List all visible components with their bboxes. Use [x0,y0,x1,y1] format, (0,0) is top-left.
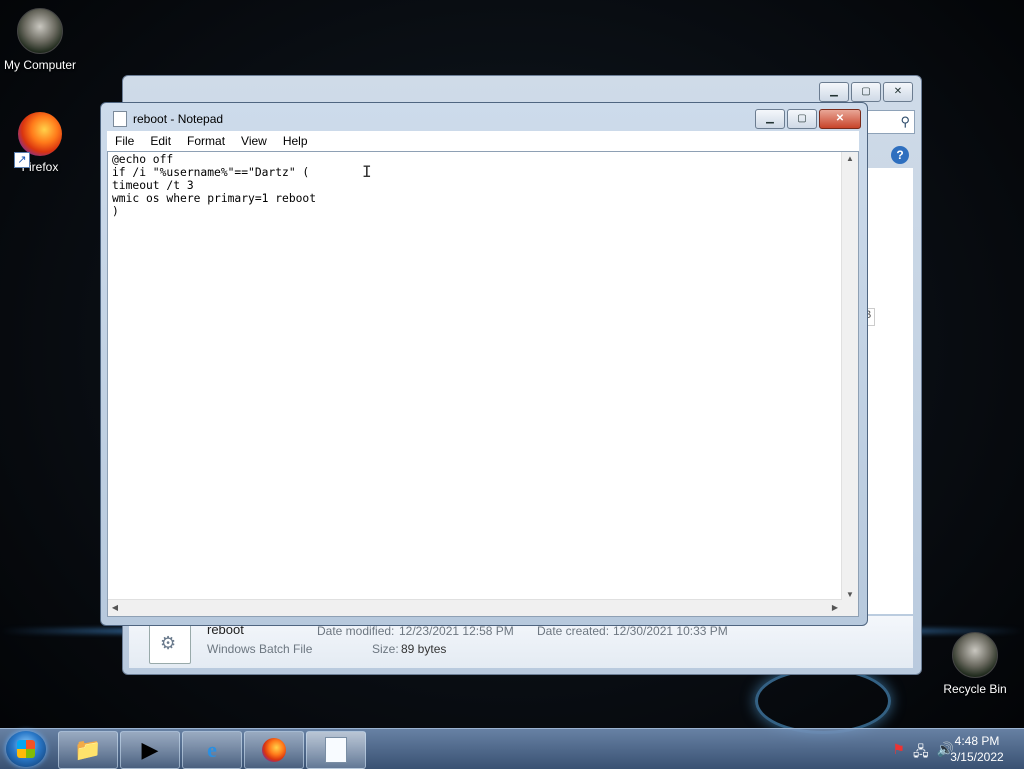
firefox-icon [18,112,62,156]
help-icon[interactable]: ? [891,146,909,164]
scroll-left-arrow-icon[interactable]: ◀ [108,600,122,616]
search-icon: ⚲ [900,114,910,129]
minimize-button[interactable]: ▁ [755,109,785,129]
horizontal-scrollbar[interactable]: ◀ ▶ [108,599,842,616]
desktop-icon-firefox[interactable]: ↗ Firefox [0,112,80,174]
detail-date-modified: 12/23/2021 12:58 PM [399,624,514,638]
minimize-button[interactable]: ▁ [819,82,849,102]
clock[interactable]: 4:48 PM 3/15/2022 [940,733,1014,765]
menu-file[interactable]: File [107,134,142,148]
menu-format[interactable]: Format [179,134,233,148]
action-center-flag-icon[interactable]: ⚑ [892,741,905,765]
taskbar-media-player-button[interactable]: ▶ [120,731,180,769]
clock-date: 3/15/2022 [950,750,1004,764]
detail-size: 89 bytes [401,642,447,656]
window-title: reboot - Notepad [133,112,224,126]
desktop-icon-recycle-bin[interactable]: Recycle Bin [935,632,1015,696]
notepad-icon [113,111,127,127]
explorer-preview-pane: B [862,168,913,614]
menu-bar: File Edit Format View Help [107,131,859,151]
my-computer-icon [17,8,63,54]
text-cursor-icon: I [362,162,372,181]
taskbar-firefox-button[interactable] [244,731,304,769]
desktop-icon-label: Firefox [21,160,59,174]
detail-size-label: Size: [372,642,399,656]
taskbar-explorer-button[interactable]: 📁 [58,731,118,769]
close-button[interactable]: ✕ [883,82,913,102]
folder-icon: 📁 [74,737,102,762]
maximize-button[interactable]: ▢ [787,109,817,129]
maximize-button[interactable]: ▢ [851,82,881,102]
wallpaper-ring [755,668,891,734]
detail-date-modified-label: Date modified: [317,624,395,638]
menu-view[interactable]: View [233,134,275,148]
notepad-title-bar: reboot - Notepad [113,111,223,127]
desktop-icon-label: My Computer [3,58,77,72]
menu-edit[interactable]: Edit [142,134,179,148]
notepad-window-controls: ▁ ▢ ✕ [755,109,861,129]
notepad-icon [325,737,347,763]
detail-date-created-label: Date created: [537,624,610,638]
taskbar: 📁 ▶ e ⚑ 🖧 🔊 4:48 PM 3/15/2022 [0,728,1024,769]
detail-date-created: 12/30/2021 10:33 PM [613,624,728,638]
text-editor[interactable]: @echo off if /i "%username%"=="Dartz" ( … [107,151,859,617]
editor-content[interactable]: @echo off if /i "%username%"=="Dartz" ( … [112,153,316,218]
notepad-window[interactable]: reboot - Notepad ▁ ▢ ✕ File Edit Format … [100,102,868,626]
start-button[interactable] [6,731,46,767]
firefox-icon [262,738,286,762]
close-button[interactable]: ✕ [819,109,861,129]
menu-help[interactable]: Help [275,134,316,148]
explorer-search-box[interactable]: ⚲ [863,110,915,134]
taskbar-notepad-button[interactable] [306,731,366,769]
desktop-icon-label: Recycle Bin [943,682,1007,696]
batch-file-icon: ⚙ [149,624,191,664]
recycle-bin-icon [952,632,998,678]
taskbar-ie-button[interactable]: e [182,731,242,769]
internet-explorer-icon: e [207,737,217,762]
media-player-icon: ▶ [141,737,159,762]
scroll-right-arrow-icon[interactable]: ▶ [828,600,842,616]
desktop-icon-my-computer[interactable]: My Computer [0,8,80,72]
shortcut-arrow-icon: ↗ [14,152,30,168]
explorer-window-controls: ▁ ▢ ✕ [819,82,913,102]
resize-grip-icon[interactable] [842,600,858,616]
network-icon[interactable]: 🖧 [913,741,929,765]
clock-time: 4:48 PM [954,734,1000,748]
vertical-scrollbar[interactable]: ▲ ▼ [841,152,858,602]
windows-logo-icon [17,740,35,758]
gear-icon: ⚙ [160,633,177,653]
detail-file-type: Windows Batch File [207,642,313,656]
scroll-up-arrow-icon[interactable]: ▲ [842,152,858,166]
